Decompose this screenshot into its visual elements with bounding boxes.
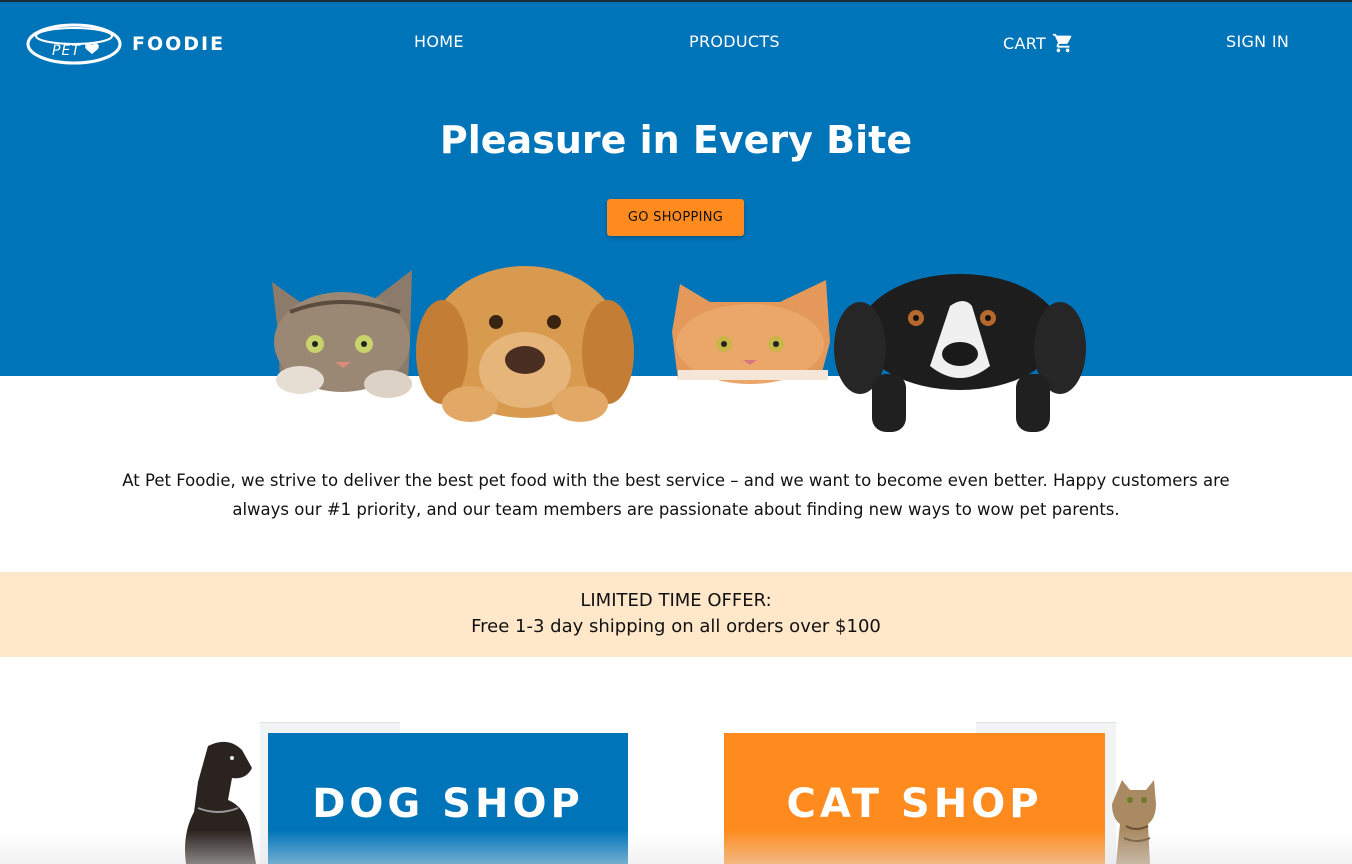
nav-cart-link[interactable]: CART xyxy=(1003,32,1074,54)
nav-signin-link[interactable]: SIGN IN xyxy=(1226,32,1289,51)
go-shopping-button[interactable]: GO SHOPPING xyxy=(607,199,744,236)
about-text: At Pet Foodie, we strive to deliver the … xyxy=(122,471,1230,519)
peeking-pets-image xyxy=(272,266,1086,432)
cat-photo-image xyxy=(1112,780,1156,864)
offer-detail: Free 1-3 day shipping on all orders over… xyxy=(471,616,881,637)
top-nav: PET FOODIE HOME PRODUCTS CART SIGN IN xyxy=(0,2,1352,80)
cart-icon xyxy=(1052,33,1072,53)
bowl-logo-icon: PET xyxy=(26,23,122,65)
logo[interactable]: PET FOODIE xyxy=(26,22,226,66)
heart-icon xyxy=(85,43,99,54)
logo-bowl-text: PET xyxy=(52,43,81,59)
offer-heading: LIMITED TIME OFFER: xyxy=(580,590,772,611)
nav-home-link[interactable]: HOME xyxy=(414,32,464,51)
hero-title: Pleasure in Every Bite xyxy=(439,118,913,162)
black-white-dog-image xyxy=(834,274,1086,432)
orange-cat-image xyxy=(672,280,830,384)
dog-photo-image xyxy=(185,741,256,864)
dog-shop-button[interactable]: DOG SHOP xyxy=(268,733,628,864)
tabby-cat-image xyxy=(272,270,412,398)
nav-cart-label: CART xyxy=(1003,33,1047,53)
cat-shop-button[interactable]: CAT SHOP xyxy=(724,733,1105,864)
nav-products-link[interactable]: PRODUCTS xyxy=(689,32,780,51)
offer-banner: LIMITED TIME OFFER: Free 1-3 day shippin… xyxy=(0,572,1352,657)
cat-shop-label: CAT SHOP xyxy=(786,781,1043,827)
brand-name: FOODIE xyxy=(132,33,226,55)
dog-shop-label: DOG SHOP xyxy=(312,781,584,827)
golden-dog-image xyxy=(416,266,634,422)
